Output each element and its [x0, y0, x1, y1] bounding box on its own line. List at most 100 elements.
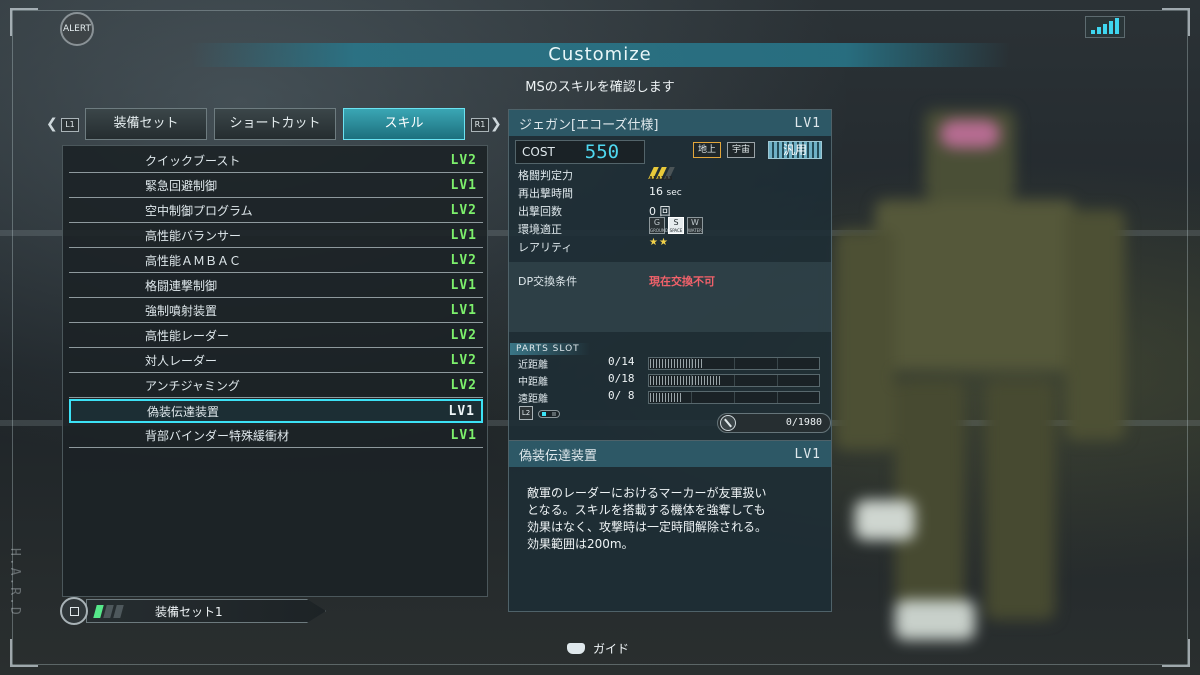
- skill-level: LV1: [448, 403, 475, 419]
- slot-count: 0/18: [608, 372, 635, 385]
- loadout-label: 装備セット1: [155, 605, 223, 619]
- dp-label: DP交換条件: [518, 275, 578, 288]
- skill-name: 偽装伝達装置: [147, 404, 220, 419]
- l2-key-icon: L2: [519, 406, 533, 420]
- frame-bottom-line: [12, 664, 1188, 665]
- melee-label: 格闘判定力: [518, 169, 573, 182]
- skill-row[interactable]: 高性能ＡＭＢＡＣ LV2: [69, 249, 483, 273]
- skill-name: 空中制御プログラム: [145, 204, 253, 218]
- slot-page-toggle[interactable]: [538, 410, 560, 418]
- signal-strength-icon: [1085, 16, 1125, 38]
- skill-detail-name: 偽装伝達装置: [519, 448, 598, 464]
- rarity-stars: ★★: [649, 237, 669, 248]
- skill-name: 緊急回避制御: [145, 179, 218, 193]
- env-ground-icon: G GROUND: [649, 217, 669, 234]
- description-line: 敵軍のレーダーにおけるマーカーが友軍扱い: [527, 486, 767, 500]
- skill-row[interactable]: 対人レーダー LV2: [69, 349, 483, 373]
- frame-corner: [10, 8, 38, 36]
- unit-header: ジェガン[エコーズ仕様] LV1: [509, 110, 831, 136]
- respawn-label: 再出撃時間: [518, 187, 573, 200]
- tab-skill[interactable]: スキル: [343, 108, 465, 140]
- skill-name: 高性能ＡＭＢＡＣ: [145, 254, 242, 268]
- env-tag-space: 宇宙: [727, 142, 756, 158]
- parts-slot-row: 近距離 0/14: [514, 355, 824, 371]
- skill-row[interactable]: クイックブースト LV2: [69, 149, 483, 173]
- skill-row[interactable]: 強制噴射装置 LV1: [69, 299, 483, 323]
- env-label: 環境適正: [518, 223, 562, 236]
- frame-corner: [1162, 639, 1190, 667]
- tab-prev-arrow-icon: ❮: [46, 116, 58, 132]
- env-space-icon: S SPACE: [668, 217, 684, 234]
- alert-button[interactable]: ALERT: [60, 12, 94, 46]
- skill-detail-level: LV1: [794, 446, 821, 462]
- env-water-icon: W WATER: [687, 217, 703, 234]
- parts-slot-row: 中距離 0/18: [514, 372, 824, 388]
- skill-name: 高性能バランサー: [145, 229, 242, 243]
- l1-key-icon: L1: [61, 118, 79, 132]
- slot-capacity-bar: [650, 376, 720, 385]
- slot-name: 近距離: [518, 360, 548, 371]
- melee-mark: A1: [649, 176, 657, 182]
- slot-count: 0/14: [608, 355, 635, 368]
- slot-capacity-bar: [650, 359, 704, 368]
- unit-level: LV1: [794, 115, 821, 131]
- skill-name: アンチジャミング: [145, 379, 240, 393]
- frame-corner: [10, 639, 38, 667]
- cost-box: COST 550: [515, 140, 645, 164]
- description-line: 効果はなく、攻撃時は一定時間解除される。: [527, 520, 768, 534]
- description-line: となる。スキルを搭載する機体を強奪しても: [527, 503, 766, 517]
- skill-row-selected[interactable]: 偽装伝達装置 LV1: [69, 399, 483, 423]
- skill-name: 背部バインダー特殊緩衝材: [145, 429, 290, 443]
- square-button-icon[interactable]: [60, 597, 88, 625]
- skill-level: LV2: [450, 153, 477, 168]
- skill-name: 高性能レーダー: [145, 329, 230, 343]
- skill-row[interactable]: 緊急回避制御 LV1: [69, 174, 483, 198]
- loadout-selector[interactable]: 装備セット1: [60, 597, 326, 625]
- points-value: 0/1980: [785, 417, 822, 428]
- skill-row[interactable]: 高性能レーダー LV2: [69, 324, 483, 348]
- type-tag: 汎用: [768, 141, 822, 159]
- tab-loadout[interactable]: 装備セット: [85, 108, 207, 140]
- melee-rank-icon: A1 A2 A3: [648, 167, 679, 182]
- description-line: 効果範囲は200m。: [527, 537, 634, 551]
- page-subtitle: MSのスキルを確認します: [525, 80, 675, 95]
- guide-button[interactable]: ガイド: [567, 640, 629, 657]
- rarity-label: レアリティ: [518, 241, 573, 254]
- skill-list: クイックブースト LV2 緊急回避制御 LV1 空中制御プログラム LV2 高性…: [62, 145, 488, 597]
- slot-name: 遠距離: [518, 394, 548, 405]
- skill-level: LV2: [450, 378, 477, 393]
- mobile-suit-silhouette: [835, 90, 1135, 650]
- slot-name: 中距離: [518, 377, 548, 388]
- skill-level: LV1: [450, 278, 477, 293]
- tab-next-arrow-icon: ❯: [490, 116, 502, 132]
- skill-level: LV1: [450, 428, 477, 443]
- tab-shortcut[interactable]: ショートカット: [214, 108, 336, 140]
- r1-key-icon: R1: [471, 118, 489, 132]
- skill-row[interactable]: 空中制御プログラム LV2: [69, 199, 483, 223]
- slot-capacity-bar: [650, 393, 681, 402]
- melee-mark: A3: [665, 176, 673, 182]
- skill-row[interactable]: 格闘連撃制御 LV1: [69, 274, 483, 298]
- skill-detail-header: 偽装伝達装置 LV1: [509, 441, 831, 467]
- frame-top-line: [12, 10, 1188, 11]
- skill-level: LV1: [450, 303, 477, 318]
- respawn-value: 16 sec: [649, 185, 682, 198]
- skill-level: LV2: [450, 253, 477, 268]
- skill-row[interactable]: 背部バインダー特殊緩衝材 LV1: [69, 424, 483, 448]
- skill-level: LV2: [450, 353, 477, 368]
- slot-count: 0/ 8: [608, 389, 635, 402]
- skill-row[interactable]: 高性能バランサー LV1: [69, 224, 483, 248]
- skill-name: クイックブースト: [145, 154, 241, 168]
- env-tag-ground: 地上: [693, 142, 722, 158]
- skill-name: 対人レーダー: [145, 354, 218, 368]
- unit-name: ジェガン[エコーズ仕様]: [519, 117, 659, 133]
- skill-row[interactable]: アンチジャミング LV2: [69, 374, 483, 398]
- touchpad-icon: [567, 643, 585, 654]
- guide-label: ガイド: [593, 642, 630, 656]
- frame-right-line: [1187, 10, 1188, 665]
- cost-value: 550: [584, 141, 620, 163]
- skill-level: LV2: [450, 328, 477, 343]
- skill-level: LV2: [450, 203, 477, 218]
- customize-points: 0/1980: [717, 413, 831, 433]
- skill-level: LV1: [450, 178, 477, 193]
